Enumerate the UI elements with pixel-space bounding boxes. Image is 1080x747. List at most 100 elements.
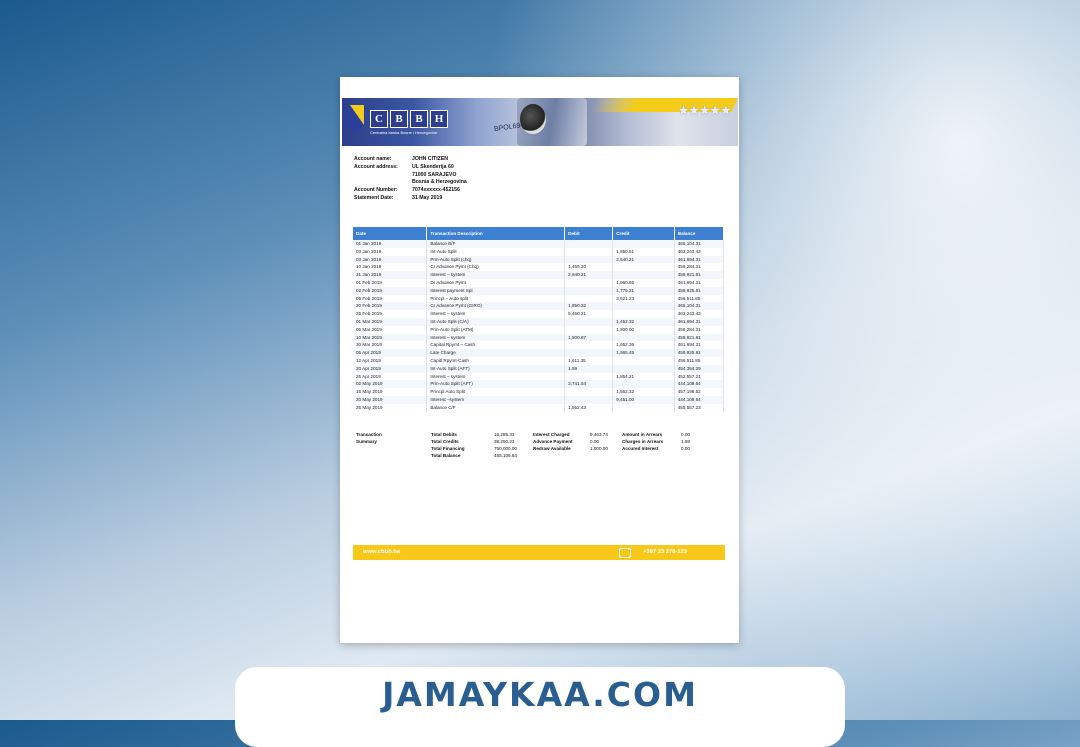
table-row: 02 May 2019 Prin-Auto Split (AFT) 3,741.54… bbox=[353, 380, 725, 389]
summary-key: Accured Interest bbox=[622, 446, 659, 451]
table-row: 20 Feb 2019 Cr Advance Pymt (GIRO) 1,850.3… bbox=[353, 302, 725, 311]
cell-debit bbox=[564, 240, 614, 248]
cell-balance: 456,511.85 bbox=[674, 294, 725, 303]
summary-item: Total Debits 16,285.33 bbox=[431, 431, 517, 438]
field-value: 31 May 2019 bbox=[412, 194, 443, 201]
cell-credit bbox=[612, 240, 675, 248]
cell-debit bbox=[564, 372, 614, 381]
cell-debit bbox=[564, 286, 614, 295]
cell-credit: 1,652.36 bbox=[612, 341, 675, 350]
cell-date: 20 Feb 2019 bbox=[353, 302, 428, 311]
summary-key: Amount in Arrears bbox=[622, 432, 663, 437]
cell-debit bbox=[564, 255, 614, 264]
cell-description: Interest – system bbox=[426, 372, 566, 381]
cell-date: 03 Jan 2019 bbox=[353, 255, 428, 264]
cell-debit: 1,552.43 bbox=[564, 403, 614, 412]
cell-date: 01 Mar 2019 bbox=[353, 317, 428, 326]
cell-credit: 1,960.65 bbox=[612, 278, 675, 287]
cell-description: Interest – system bbox=[426, 333, 566, 342]
bank-name: Centralna banka Bosne i Hercegovine bbox=[370, 130, 438, 135]
cell-description: Balance B/F bbox=[426, 240, 566, 248]
summary-label: Transaction Summary bbox=[356, 432, 382, 444]
cell-balance: 444,109.64 bbox=[674, 380, 725, 389]
summary-item: Accured Interest 0.00 bbox=[622, 445, 690, 452]
footer-phone: +387 33 278-123 bbox=[643, 549, 688, 555]
cell-description: Cr Advance Pymt (GIRO) bbox=[426, 302, 566, 311]
summary-value: 16,285.33 bbox=[494, 432, 515, 437]
account-field: Account address: UL Skenderija 60 bbox=[354, 164, 467, 172]
account-field: Account name: JOHN CITIZEN bbox=[354, 156, 467, 164]
table-row: 10 Jan 2019 Cr Advance Pymt (Chq) 1,455.20… bbox=[353, 263, 725, 272]
cell-balance: 461,694.31 bbox=[674, 317, 725, 326]
cell-date: 02 May 2019 bbox=[353, 380, 428, 389]
table-row: 20 Apr 2019 Int-Auto Split (AFT) 1.59 454,3… bbox=[353, 364, 725, 373]
summary-key: Redraw Available bbox=[533, 446, 571, 451]
summary-value: 9,463.74 bbox=[590, 432, 608, 437]
field-label: Account address: bbox=[354, 163, 398, 170]
cell-date: 25 Apr 2019 bbox=[353, 372, 428, 381]
summary-col-arrears: Amount in Arrears 0.00 Charges in Arrears… bbox=[622, 431, 690, 452]
table-row: 01 Mar 2019 Int-Auto Split (C/A) 1,452.32 4… bbox=[353, 317, 725, 326]
cell-description: Prin-Auto Split (AFT) bbox=[426, 380, 566, 389]
account-field: Bosnia & Herzegovina bbox=[354, 179, 467, 187]
cell-balance: 458,284.31 bbox=[674, 325, 725, 334]
account-field: Account Number: 7074xxxxxx-452156 bbox=[354, 187, 467, 195]
cell-description: Int-Auto Split (C/A) bbox=[426, 317, 566, 326]
cell-description: Princpl Auto Split bbox=[426, 388, 566, 396]
cell-date: 05 Apr 2019 bbox=[353, 349, 428, 357]
column-header-balance: Balance bbox=[674, 227, 725, 240]
field-value: Bosnia & Herzegovina bbox=[412, 179, 467, 186]
cell-credit: 2,640.21 bbox=[612, 255, 675, 264]
column-header-debit: Debit bbox=[564, 227, 614, 240]
summary-item: Redraw Available 1,000.00 bbox=[533, 445, 608, 452]
cell-debit bbox=[564, 341, 614, 350]
table-row: 02 Feb 2019 Interest payment Spl 1,775.21 4… bbox=[353, 286, 725, 295]
summary-value: 0.00 bbox=[681, 446, 690, 451]
table-row: 20 May 2019 Interest –system 9,451.00 444,1… bbox=[353, 395, 725, 404]
account-field: Statement Date: 31 May 2019 bbox=[354, 195, 467, 203]
summary-col-interest: Interest Charged 9,463.74 Advance Payment… bbox=[533, 431, 608, 452]
table-row: 12 Apr 2019 Capitl Rpymt-Cash 1,611.35 456,… bbox=[353, 356, 725, 365]
table-row: 05 Feb 2019 Princpl – Auto split 3,521.23 4… bbox=[353, 294, 725, 303]
footer-bar: www.cbbh.ba +387 33 278-123 bbox=[353, 545, 725, 560]
cell-credit: 9,451.00 bbox=[612, 395, 675, 404]
cell-date: 30 Mar 2019 bbox=[353, 341, 428, 350]
cell-description: Princpl – Auto split bbox=[426, 294, 566, 303]
summary-key: Advance Payment bbox=[533, 439, 573, 444]
cell-credit bbox=[612, 271, 675, 279]
cell-debit bbox=[564, 278, 614, 287]
cell-credit bbox=[612, 302, 675, 311]
cell-description: Cr Advance Pymt (Chq) bbox=[426, 263, 566, 272]
cell-credit: 1,552.32 bbox=[612, 388, 675, 396]
summary-key: Total Financing bbox=[431, 446, 465, 451]
coin-graphic bbox=[520, 104, 546, 134]
cell-debit bbox=[564, 294, 614, 303]
cell-debit bbox=[564, 395, 614, 404]
cell-credit bbox=[612, 380, 675, 389]
summary-value: 0.00 bbox=[681, 432, 690, 437]
cell-credit bbox=[612, 333, 675, 342]
cell-credit: 1,800.00 bbox=[612, 325, 675, 334]
field-label: Statement Date: bbox=[354, 194, 394, 201]
cell-date: 01 Feb 2019 bbox=[353, 278, 428, 287]
column-header-date: Date bbox=[353, 227, 428, 240]
cell-credit: 3,521.23 bbox=[612, 294, 675, 303]
cell-debit: 3,741.54 bbox=[564, 380, 614, 389]
field-label bbox=[354, 179, 412, 187]
cell-balance: 452,557.21 bbox=[674, 372, 725, 381]
cell-balance: 463,243.43 bbox=[674, 310, 725, 318]
logo-letter: B bbox=[410, 110, 428, 128]
field-value: UL Skenderija 60 bbox=[412, 163, 454, 170]
field-value: JOHN CITIZEN bbox=[412, 156, 449, 162]
cell-balance: 459,921.81 bbox=[674, 271, 725, 279]
site-watermark-banner: JAMAYKAA.COM bbox=[235, 667, 845, 747]
summary-key: Interest Charged bbox=[533, 432, 570, 437]
field-value: 7074xxxxxx-452156 bbox=[412, 187, 460, 194]
cell-balance: 465,104.31 bbox=[674, 240, 725, 248]
cell-balance: 459,925.81 bbox=[674, 349, 725, 357]
cell-description: Capitl Rpymt-Cash bbox=[426, 356, 566, 365]
cell-date: 15 May 2019 bbox=[353, 388, 428, 396]
cell-balance: 444,109.64 bbox=[674, 395, 725, 404]
footer-website-link[interactable]: www.cbbh.ba bbox=[363, 549, 400, 555]
column-header-description: Transaction Description bbox=[426, 227, 566, 240]
